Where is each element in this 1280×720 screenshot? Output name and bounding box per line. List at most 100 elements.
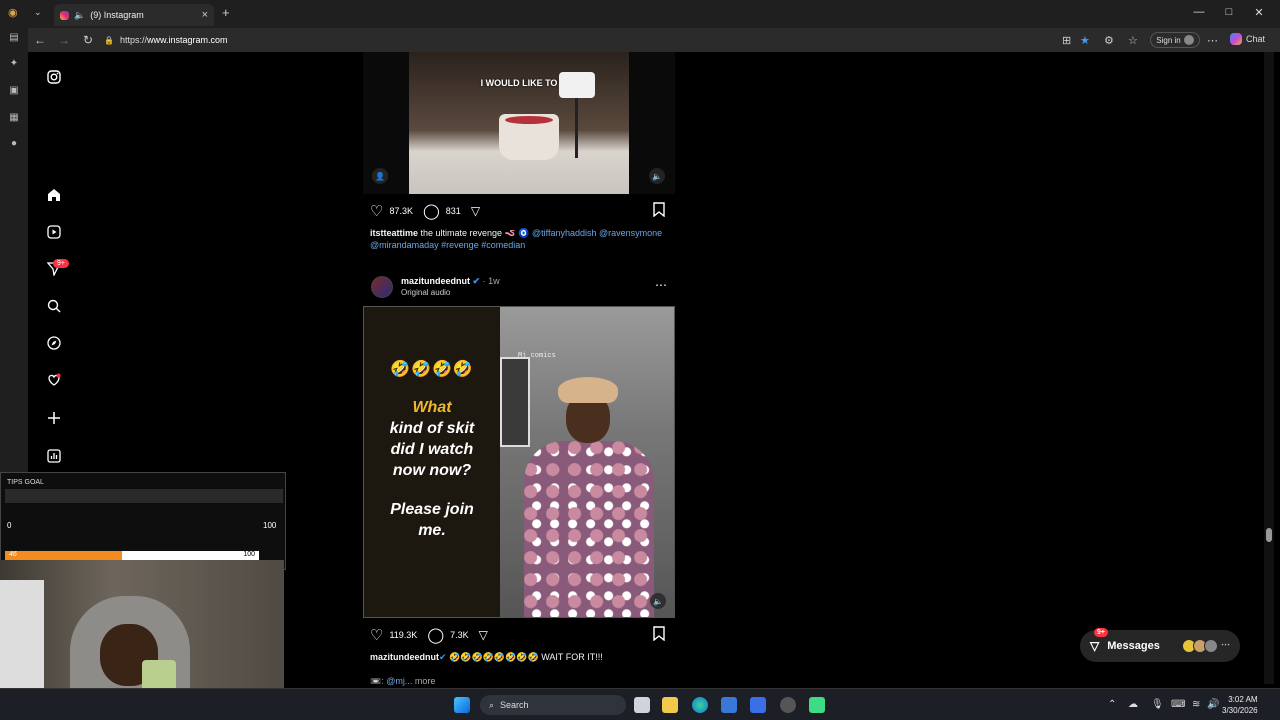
post2-text-panel: 🤣🤣🤣🤣 What kind of skit did I watch now n… — [364, 307, 500, 617]
tab-audio-icon[interactable]: 🔈 — [74, 10, 85, 21]
post2-caption-author[interactable]: mazitundeednut — [370, 652, 439, 662]
messages-avatars: ⋯ — [1182, 639, 1230, 653]
share-icon[interactable]: ▽ — [471, 204, 480, 218]
scrollbar-thumb[interactable] — [1266, 528, 1272, 542]
store-icon[interactable] — [721, 697, 737, 713]
post2-author-name[interactable]: mazitundeednut — [401, 276, 470, 286]
shelf-image — [0, 580, 44, 692]
mail-icon[interactable] — [750, 697, 766, 713]
rail-tools-icon[interactable]: ✦ — [8, 58, 20, 70]
tray-keyboard-icon[interactable]: ⌨ — [1171, 699, 1185, 710]
rail-media-icon[interactable]: ● — [8, 138, 20, 150]
post2-more-options-icon[interactable]: ⋯ — [655, 278, 667, 292]
tips-range-right: 100 — [263, 521, 277, 530]
start-windows-icon[interactable] — [454, 697, 470, 713]
page-scrollbar[interactable] — [1264, 52, 1274, 684]
obs-icon[interactable] — [780, 697, 796, 713]
post2-audio[interactable]: Original audio — [401, 288, 450, 297]
notifications-heart-icon[interactable] — [44, 370, 64, 390]
instagram-logo-icon[interactable] — [44, 67, 64, 87]
copilot-chat-button[interactable]: Chat — [1230, 33, 1265, 45]
post1-comments: 831 — [445, 206, 461, 216]
like-heart-icon[interactable]: ♡ — [370, 202, 383, 220]
extensions-icon[interactable]: ⚙ — [1104, 34, 1114, 47]
tray-chevron-icon[interactable]: ⌃ — [1108, 699, 1116, 710]
post2-author-avatar[interactable] — [371, 276, 393, 298]
url-field[interactable]: 🔒 https://www.instagram.com — [104, 31, 1054, 49]
post1-likes: 87.3K — [389, 206, 413, 216]
more-options-icon[interactable]: ⋯ — [1207, 34, 1218, 47]
wifi-icon[interactable]: ≋ — [1192, 699, 1200, 710]
post2-like-heart-icon[interactable]: ♡ — [370, 626, 383, 644]
post2-headline-rest: kind of skit did I watch now now? — [389, 420, 475, 479]
clock-date: 3/30/2026 — [1222, 706, 1258, 715]
post2-comment-icon[interactable]: ◯ — [427, 626, 444, 644]
instagram-favicon-icon — [60, 10, 69, 20]
post2-video[interactable]: 🤣🤣🤣🤣 What kind of skit did I watch now n… — [363, 306, 675, 618]
streaming-app-icon[interactable] — [809, 697, 825, 713]
back-arrow-icon[interactable]: ← — [34, 33, 46, 47]
home-icon[interactable] — [44, 185, 64, 205]
post2-caption-verified-icon: ✔ — [439, 652, 447, 662]
explore-compass-icon[interactable] — [44, 333, 64, 353]
reels-icon[interactable] — [44, 222, 64, 242]
taskbar-clock[interactable]: 3:02 AM 3/30/2026 — [1222, 694, 1258, 716]
url-scheme: https:// — [119, 35, 147, 45]
more-avatars-icon: ⋯ — [1221, 639, 1230, 649]
post2-video-panel: Mj comics 🔈 — [500, 307, 674, 617]
rail-files-icon[interactable]: ▤ — [8, 32, 20, 44]
taskbar-search[interactable]: ⌕ Search — [480, 695, 626, 715]
tray-mic-icon[interactable]: 🎙 — [1151, 699, 1164, 710]
tab-title: (9) Instagram — [90, 10, 144, 20]
tray-cloud-icon[interactable]: ☁ — [1128, 699, 1138, 710]
post2-share-icon[interactable]: ▽ — [479, 628, 488, 642]
post2-mute-toggle-icon[interactable]: 🔈 — [650, 593, 666, 609]
post1-caption-text: the ultimate revenge 🪱 🧿 — [418, 228, 532, 238]
dashboard-icon[interactable] — [44, 446, 64, 466]
post1-actions: ♡ 87.3K ◯ 831 ▽ — [370, 202, 480, 220]
chat-label: Chat — [1246, 34, 1266, 44]
app-available-icon[interactable]: ⊞ — [1062, 34, 1071, 47]
create-plus-icon[interactable] — [44, 408, 64, 428]
post2-caption-more-link[interactable]: more — [415, 676, 436, 686]
maximize-button[interactable]: □ — [1222, 6, 1236, 18]
close-window-button[interactable]: ✕ — [1252, 6, 1266, 19]
post2-headline: What kind of skit did I watch now now? — [380, 397, 484, 481]
favorite-star-icon[interactable]: ★ — [1080, 34, 1090, 47]
post2-comments: 7.3K — [450, 630, 469, 640]
url-host: www.instagram.com — [146, 35, 228, 45]
post1-video[interactable]: I WOULD LIKE TO 👤 🔈 — [363, 52, 675, 194]
browser-tab-instagram[interactable]: 🔈 (9) Instagram × — [54, 4, 214, 26]
post2-caption: mazitundeednut✔ 🤣🤣🤣🤣🤣🤣🤣🤣 WAIT FOR IT!!! — [370, 651, 670, 663]
tips-progress-bar: 46 100 — [5, 551, 259, 560]
post2-caption-mention[interactable]: 📼: @mj... — [370, 676, 412, 686]
file-explorer-icon[interactable] — [662, 697, 678, 713]
tips-range-left: 0 — [7, 521, 12, 530]
rail-shop-icon[interactable]: ▣ — [8, 85, 20, 97]
sign-in-button[interactable]: Sign in — [1150, 32, 1200, 48]
minimize-button[interactable]: — — [1192, 6, 1206, 18]
save-bookmark-icon[interactable] — [652, 202, 666, 220]
rail-apps-icon[interactable]: ▦ — [8, 112, 20, 124]
task-view-icon[interactable] — [634, 697, 650, 713]
refresh-icon[interactable]: ↻ — [83, 33, 93, 47]
post2-author[interactable]: mazitundeednut ✔ · 1w — [401, 276, 500, 287]
post1-caption-author[interactable]: itstteattime — [370, 228, 418, 238]
profile-icon[interactable]: ◉ — [8, 6, 18, 19]
forward-arrow-icon[interactable]: → — [58, 33, 70, 47]
webcam-overlay — [0, 560, 284, 692]
search-icon[interactable] — [44, 296, 64, 316]
mute-toggle-icon[interactable]: 🔈 — [649, 168, 665, 184]
avatar — [1204, 639, 1218, 653]
comment-icon[interactable]: ◯ — [423, 202, 440, 220]
tab-actions-chevron-icon[interactable]: ⌄ — [34, 7, 42, 18]
new-tab-button[interactable]: + — [222, 5, 230, 20]
tab-close-icon[interactable]: × — [202, 9, 208, 21]
post2-save-bookmark-icon[interactable] — [652, 626, 666, 646]
favorites-icon[interactable]: ☆ — [1128, 34, 1138, 47]
post2-header: mazitundeednut ✔ · 1w Original audio ⋯ — [371, 274, 671, 300]
messages-button[interactable]: ▽ 9+ Messages ⋯ — [1080, 628, 1240, 662]
tagged-user-icon[interactable]: 👤 — [372, 168, 388, 184]
volume-icon[interactable]: 🔊 — [1207, 699, 1219, 710]
edge-browser-icon[interactable] — [692, 697, 708, 713]
